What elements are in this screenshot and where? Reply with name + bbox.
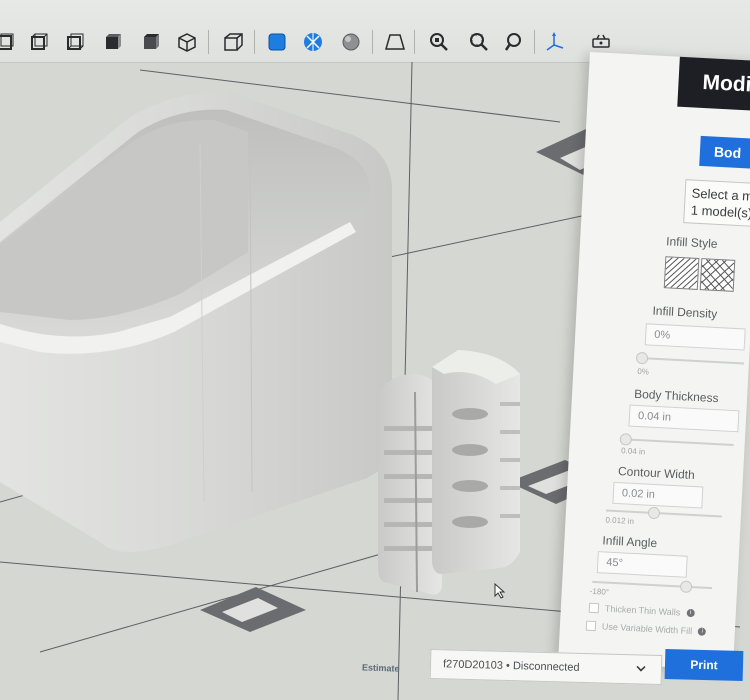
thicken-thin-walls-label: Thicken Thin Walls xyxy=(604,603,681,618)
printer-select[interactable]: f270D20103 • Disconnected xyxy=(429,648,663,686)
contour-width-slider-knob[interactable] xyxy=(647,506,661,520)
toolbar-separator xyxy=(372,30,373,54)
infill-density-slider-knob[interactable] xyxy=(635,351,649,365)
contour-width-field[interactable]: 0.02 in xyxy=(612,481,704,509)
view-cube-front-icon[interactable] xyxy=(0,30,18,54)
contour-width-label: Contour Width xyxy=(617,464,696,483)
infill-angle-slider[interactable] xyxy=(592,580,713,594)
infill-angle-min: -180° xyxy=(589,586,610,597)
panel-title: Modi xyxy=(677,56,750,112)
axes-icon[interactable] xyxy=(542,30,568,54)
selection-note: Select a m 1 model(s) xyxy=(683,179,750,227)
xray-view-icon[interactable] xyxy=(300,30,326,54)
body-thickness-field[interactable]: 0.04 in xyxy=(628,404,740,433)
view-cube-top-icon[interactable] xyxy=(138,30,164,54)
thicken-thin-walls-row[interactable]: Thicken Thin Walls i xyxy=(588,602,695,619)
printer-status: f270D20103 • Disconnected xyxy=(442,658,580,674)
variable-width-checkbox[interactable] xyxy=(585,620,597,632)
estimate-link[interactable]: Estimate xyxy=(362,662,400,673)
sphere-view-icon[interactable] xyxy=(338,30,364,54)
model-small-comb-right[interactable] xyxy=(432,350,520,574)
mouse-cursor-icon xyxy=(494,583,506,599)
variable-width-row[interactable]: Use Variable Width Fill i xyxy=(585,620,707,637)
infill-density-field[interactable]: 0% xyxy=(644,323,746,351)
toolbar-separator xyxy=(254,30,255,54)
model-large-bracket[interactable] xyxy=(0,91,392,553)
body-thickness-min: 0.04 in xyxy=(620,446,646,457)
chevron-down-icon xyxy=(636,665,646,672)
body-thickness-label: Body Thickness xyxy=(633,386,719,406)
thicken-thin-walls-checkbox[interactable] xyxy=(588,602,600,614)
infill-density-slider[interactable] xyxy=(635,351,744,365)
selection-note-line2: 1 model(s) xyxy=(690,202,750,221)
view-cube-left-icon[interactable] xyxy=(62,30,88,54)
variable-width-label: Use Variable Width Fill xyxy=(601,621,693,637)
settings-printer-icon[interactable] xyxy=(588,30,614,54)
zoom-all-icon[interactable] xyxy=(466,30,492,54)
crosshatch-icon xyxy=(700,259,735,291)
toolbar-separator xyxy=(208,30,209,54)
shaded-view-icon[interactable] xyxy=(264,30,290,54)
view-cube-iso-icon[interactable] xyxy=(174,30,200,54)
print-button[interactable]: Print xyxy=(664,648,744,682)
infill-density-min: 0% xyxy=(637,366,650,377)
toolbar-separator xyxy=(414,30,415,54)
zoom-icon[interactable] xyxy=(502,30,528,54)
contour-width-min: 0.012 in xyxy=(605,515,635,526)
info-icon[interactable]: i xyxy=(686,608,695,618)
infill-angle-label: Infill Angle xyxy=(602,533,658,551)
model-settings-panel: Modi Bod Select a m 1 model(s) Infill St… xyxy=(558,52,750,671)
infill-angle-field[interactable]: 45° xyxy=(596,551,688,578)
infill-density-label: Infill Density xyxy=(652,303,718,322)
body-thickness-slider[interactable] xyxy=(619,433,734,447)
plate-corner-marker-bottom xyxy=(200,587,306,632)
view-cube-back-icon[interactable] xyxy=(26,30,52,54)
zoom-selection-icon[interactable] xyxy=(426,30,452,54)
infill-style-lines-option[interactable] xyxy=(663,256,700,290)
view-perspective-icon[interactable] xyxy=(220,30,246,54)
plate-view-icon[interactable] xyxy=(382,30,408,54)
body-tab-button[interactable]: Bod xyxy=(699,135,750,170)
diagonal-lines-icon xyxy=(664,257,699,289)
infill-angle-slider-knob[interactable] xyxy=(679,580,693,594)
toolbar-separator xyxy=(534,30,535,54)
infill-style-label: Infill Style xyxy=(665,234,718,251)
infill-style-grid-option[interactable] xyxy=(699,258,736,292)
info-icon[interactable]: i xyxy=(697,627,707,636)
body-thickness-slider-knob[interactable] xyxy=(619,433,633,446)
view-cube-right-icon[interactable] xyxy=(100,30,126,54)
